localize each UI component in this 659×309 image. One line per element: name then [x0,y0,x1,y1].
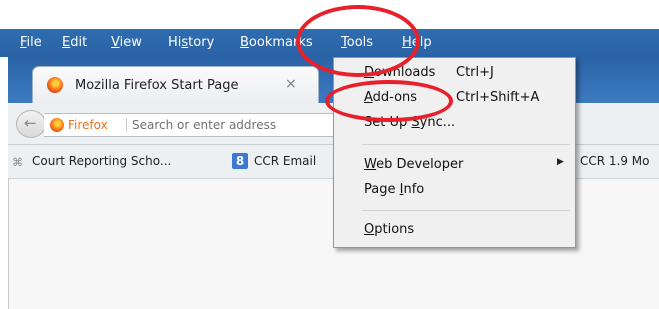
close-icon[interactable]: × [285,76,297,92]
bookmark-court-reporting[interactable]: Court Reporting Scho... [32,154,171,168]
menu-view[interactable]: View [111,35,142,50]
firefox-icon [47,77,63,93]
menu-item-options[interactable]: Options [364,222,414,237]
menu-history[interactable]: History [168,35,214,50]
menu-item-web-developer[interactable]: Web Developer [364,157,463,172]
back-arrow-icon: ← [24,114,37,132]
submenu-arrow-icon: ▶ [557,157,564,167]
identity-label: Firefox [68,118,108,132]
tab-title: Mozilla Firefox Start Page [75,78,239,93]
menu-edit[interactable]: Edit [62,35,87,50]
highlight-ring-add-ons [325,80,453,122]
tab-start-page[interactable]: Mozilla Firefox Start Page × [32,66,319,103]
shortcut-add-ons: Ctrl+Shift+A [456,90,540,105]
menu-separator [362,210,570,211]
menu-file[interactable]: File [20,35,42,50]
menu-item-page-info[interactable]: Page Info [364,182,424,197]
bookmark-link-icon: ⌘ [12,156,23,169]
bookmark-ccr-email[interactable]: CCR Email [254,154,316,168]
url-bar[interactable]: Firefox [44,113,364,137]
address-input[interactable] [132,116,352,134]
firefox-identity-icon [50,118,64,132]
url-separator [126,118,127,132]
menu-separator [362,144,570,145]
back-button[interactable]: ← [16,110,46,138]
bookmark-email-icon: 8 [232,153,248,169]
highlight-ring-tools [296,5,420,77]
shortcut-downloads: Ctrl+J [456,65,494,80]
bookmark-ccr-19[interactable]: CCR 1.9 Mo [580,154,650,168]
